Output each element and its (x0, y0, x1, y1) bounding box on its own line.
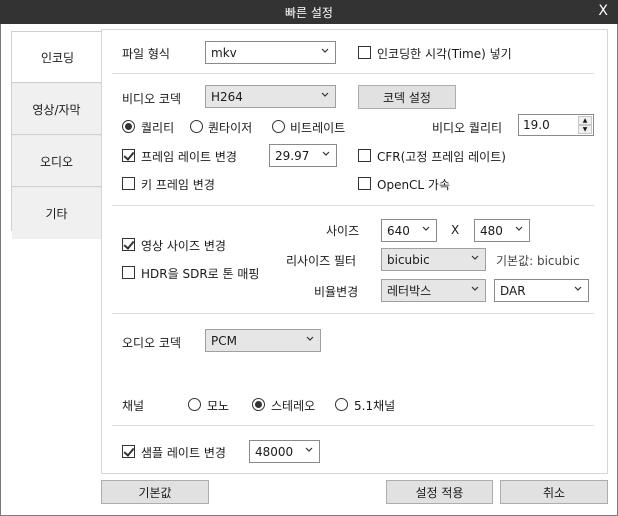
codec-settings-button[interactable]: 코덱 설정 (358, 85, 456, 109)
close-icon[interactable]: X (598, 3, 608, 19)
keyframe-change-label: 키 프레임 변경 (141, 178, 215, 192)
resize-filter-value: bicubic (387, 252, 430, 267)
aspect-mode-value: DAR (500, 283, 526, 298)
resize-filter-select[interactable]: bicubic (381, 248, 486, 271)
insert-time-label: 인코딩한 시각(Time) 넣기 (377, 47, 512, 61)
chevron-down-icon (574, 286, 582, 291)
opencl-label: OpenCL 가속 (377, 178, 451, 192)
sidebar-item-video-subtitle[interactable]: 영상/자막 (12, 84, 101, 135)
sidebar-item-label: 오디오 (39, 154, 74, 169)
size-x-label: X (451, 223, 460, 237)
hdr-tonemap-label: HDR을 SDR로 톤 매핑 (141, 267, 260, 281)
video-codec-value: H264 (211, 89, 243, 104)
spinner-arrows[interactable]: ▲ ▼ (578, 116, 592, 134)
window-title: 빠른 설정 (285, 6, 333, 20)
hdr-tonemap-checkbox[interactable] (122, 266, 135, 279)
chevron-down-icon (322, 151, 330, 156)
opencl-checkbox[interactable] (358, 177, 371, 190)
video-codec-select[interactable]: H264 (205, 85, 336, 108)
framerate-change-label: 프레임 레이트 변경 (141, 150, 237, 164)
ratio-label: 비율변경 (314, 285, 359, 299)
size-label: 사이즈 (326, 224, 360, 238)
sidebar-item-encoding[interactable]: 인코딩 (12, 32, 103, 83)
chevron-down-icon (321, 48, 329, 53)
video-quality-value: 19.0 (523, 118, 550, 132)
audio-codec-select[interactable]: PCM (205, 329, 321, 352)
samplerate-change-label: 샘플 레이트 변경 (141, 446, 226, 460)
file-format-label: 파일 형식 (122, 47, 170, 61)
chevron-down-icon (321, 92, 329, 97)
chevron-down-icon (515, 226, 523, 231)
divider (112, 73, 594, 74)
default-button[interactable]: 기본값 (101, 480, 209, 504)
divider (112, 313, 594, 314)
insert-time-checkbox[interactable] (358, 46, 371, 59)
channel-label: 채널 (122, 399, 145, 413)
width-value: 640 (387, 223, 410, 238)
resize-filter-default-hint: 기본값: bicubic (496, 254, 580, 268)
file-format-select[interactable]: mkv (205, 41, 336, 64)
divider (112, 425, 594, 426)
rate-mode-quantizer-label: 퀀타이저 (208, 121, 253, 135)
samplerate-value: 48000 (255, 444, 294, 459)
sidebar-item-label: 기타 (45, 207, 68, 221)
chevron-down-icon (471, 286, 479, 291)
divider (112, 205, 594, 206)
sidebar-item-label: 영상/자막 (32, 102, 81, 117)
video-codec-label: 비디오 코덱 (122, 92, 182, 106)
framerate-change-checkbox[interactable] (122, 149, 135, 162)
channel-mono-label: 모노 (207, 399, 230, 413)
title-bar: 빠른 설정 X (0, 0, 618, 24)
framerate-select[interactable]: 29.97 (269, 144, 337, 167)
video-quality-label: 비디오 퀄리티 (432, 121, 503, 135)
channel-stereo-radio[interactable] (252, 398, 265, 411)
sidebar: 인코딩 영상/자막 오디오 기타 (11, 31, 103, 239)
rate-mode-quality-label: 퀄리티 (141, 121, 175, 135)
ratio-select[interactable]: 레터박스 (381, 279, 486, 302)
cfr-label: CFR(고정 프레임 레이트) (377, 150, 506, 164)
resize-video-checkbox[interactable] (122, 238, 135, 251)
file-format-value: mkv (211, 45, 237, 60)
aspect-mode-select[interactable]: DAR (494, 279, 589, 302)
resize-filter-label: 리사이즈 필터 (286, 254, 357, 268)
width-select[interactable]: 640 (381, 219, 437, 242)
height-value: 480 (480, 223, 503, 238)
chevron-down-icon (305, 447, 313, 452)
keyframe-change-checkbox[interactable] (122, 177, 135, 190)
channel-51-radio[interactable] (335, 398, 348, 411)
sidebar-item-audio[interactable]: 오디오 (12, 136, 101, 187)
resize-video-label: 영상 사이즈 변경 (141, 239, 226, 253)
cancel-button[interactable]: 취소 (500, 480, 608, 504)
chevron-down-icon (422, 226, 430, 231)
rate-mode-bitrate-radio[interactable] (272, 120, 285, 133)
height-select[interactable]: 480 (474, 219, 530, 242)
audio-codec-label: 오디오 코덱 (122, 336, 182, 350)
rate-mode-bitrate-label: 비트레이트 (290, 121, 346, 135)
cfr-checkbox[interactable] (358, 149, 371, 162)
ratio-value: 레터박스 (387, 284, 432, 298)
rate-mode-quality-radio[interactable] (122, 120, 135, 133)
channel-stereo-label: 스테레오 (271, 399, 316, 413)
samplerate-select[interactable]: 48000 (249, 440, 320, 463)
apply-settings-button[interactable]: 설정 적용 (386, 480, 493, 504)
video-quality-spinner[interactable]: 19.0 ▲ ▼ (518, 114, 594, 136)
framerate-value: 29.97 (275, 148, 310, 163)
audio-codec-value: PCM (211, 333, 237, 348)
sidebar-item-etc[interactable]: 기타 (12, 188, 101, 239)
spin-up-icon[interactable]: ▲ (578, 116, 592, 125)
chevron-down-icon (306, 336, 314, 341)
rate-mode-quantizer-radio[interactable] (190, 120, 203, 133)
channel-mono-radio[interactable] (188, 398, 201, 411)
sidebar-item-label: 인코딩 (40, 50, 75, 65)
samplerate-change-checkbox[interactable] (122, 445, 135, 458)
chevron-down-icon (471, 255, 479, 260)
channel-51-label: 5.1채널 (354, 399, 396, 413)
spin-down-icon[interactable]: ▼ (578, 125, 592, 134)
